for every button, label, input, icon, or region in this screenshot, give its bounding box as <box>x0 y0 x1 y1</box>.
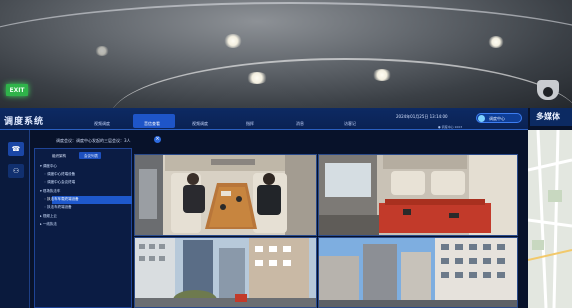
tree-item[interactable]: ▾ 调度中心 <box>40 164 57 169</box>
video-tile-apartments[interactable] <box>318 237 518 308</box>
nav-tab[interactable]: 视频调度 <box>94 121 110 127</box>
ceiling-spotlight <box>372 69 392 81</box>
user-avatar-icon <box>478 115 485 122</box>
tree-item[interactable]: ▸ 一线执法 <box>40 222 57 227</box>
nav-tab[interactable]: 消息 <box>296 121 304 127</box>
right-panel-title: 多媒体 <box>530 108 572 126</box>
ceiling-spotlight <box>246 72 268 84</box>
nav-tab-active[interactable]: 音信查看 <box>144 121 160 127</box>
security-camera-icon <box>537 80 559 100</box>
tree-item[interactable]: ◦ 调度中心会议终端 <box>44 180 75 185</box>
sub-info: ● 调度中心 1003 <box>438 125 463 129</box>
nav-tab[interactable]: 视频调度 <box>192 121 208 127</box>
user-icon[interactable]: ⚇ <box>8 164 24 178</box>
vehicle-interior-scene <box>135 155 316 235</box>
meeting-info-bar: 调度会议：调度中心发起的三层会议：3人 × <box>30 134 530 146</box>
video-tile-street-view[interactable] <box>134 237 317 308</box>
tree-item[interactable]: ▾ 现场执法车 <box>40 189 60 194</box>
ceiling-spotlight <box>95 46 109 56</box>
close-icon[interactable]: × <box>154 136 161 143</box>
tree-item[interactable]: ◦ 执法车终端设备 <box>44 205 72 210</box>
left-toolbar: ☎ ⚇ <box>0 130 30 308</box>
map-panel[interactable] <box>528 130 572 308</box>
map-scene <box>528 130 572 308</box>
user-label: 调度中心 <box>489 116 505 121</box>
nav-tab[interactable]: 指挥 <box>246 121 254 127</box>
phone-icon[interactable]: ☎ <box>8 142 24 156</box>
user-pill[interactable]: 调度中心 <box>476 113 522 123</box>
apartments-scene <box>319 238 517 307</box>
meeting-info-label: 调度会议：调度中心发起的三层会议：3人 <box>56 138 131 143</box>
ceiling-spotlight <box>488 36 504 48</box>
ceiling <box>0 0 572 108</box>
street-buildings-scene <box>135 238 316 307</box>
nav-tab[interactable]: 访客记 <box>344 121 356 127</box>
tree-tab[interactable]: 组织架构 <box>52 154 66 159</box>
tree-tab-active[interactable]: 会议列表 <box>84 154 98 159</box>
tree-item[interactable]: ▸ 视频上云 <box>40 214 57 219</box>
video-tile-vehicle-interior[interactable] <box>134 154 317 236</box>
ceiling-spotlight <box>224 34 242 48</box>
tree-item[interactable]: ◦ 调度中心终端设备 <box>44 172 75 177</box>
control-room-photo: EXIT 调度系统 视频调度 音信查看 视频调度 指挥 消息 访客记 2024年… <box>0 0 572 308</box>
exit-sign: EXIT <box>6 84 28 96</box>
empty-vehicle-scene <box>319 155 517 235</box>
tree-item-selected[interactable]: ◦ 执法车车载终端设备 <box>44 197 79 202</box>
datetime-display: 2024年01月25日 13:14:00 <box>396 114 448 119</box>
system-title: 调度系统 <box>4 117 45 127</box>
video-tile-vehicle-interior-empty[interactable] <box>318 154 518 236</box>
